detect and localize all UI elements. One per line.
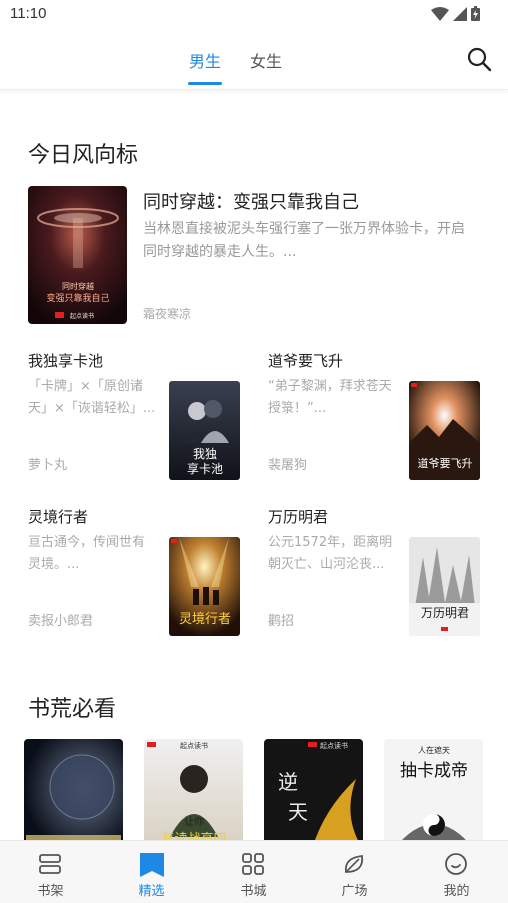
featured-book-description: 当林恩直接被泥头车强行塞了一张万界体验卡，开启同时穿越的暴走人生。... bbox=[143, 221, 465, 260]
book-cover[interactable]: 灵境行者 bbox=[169, 537, 240, 636]
search-icon[interactable] bbox=[466, 46, 492, 72]
nav-mine[interactable]: 我的 bbox=[406, 841, 507, 903]
svg-text:逆: 逆 bbox=[278, 770, 298, 794]
nav-label: 精选 bbox=[138, 884, 165, 899]
nav-label: 书城 bbox=[240, 884, 267, 899]
svg-text:同时穿越: 同时穿越 bbox=[62, 281, 94, 291]
book-title[interactable]: 灵境行者 bbox=[28, 506, 88, 527]
svg-text:人在遮天: 人在遮天 bbox=[418, 745, 450, 755]
tab-female[interactable]: 女生 bbox=[250, 48, 282, 72]
shelf-book-cover[interactable]: 起点读书 让你 复读战高四 bbox=[144, 739, 243, 849]
section-title-today: 今日风向标 bbox=[28, 143, 139, 168]
book-item[interactable]: 灵境行者 亘古通今，传闻世有灵境。... 卖报小郎君 灵境行者 bbox=[28, 506, 240, 636]
bottom-nav: 书架 精选 书城 广场 我的 bbox=[0, 840, 508, 903]
book-author: 萝卜丸 bbox=[28, 458, 68, 473]
section-title-must-read: 书荒必看 bbox=[28, 697, 117, 722]
nav-bookshelf[interactable]: 书架 bbox=[0, 841, 101, 903]
svg-text:起点读书: 起点读书 bbox=[70, 312, 94, 320]
nav-label: 广场 bbox=[341, 884, 368, 899]
book-title[interactable]: 道爷要飞升 bbox=[268, 350, 343, 371]
leaf-icon bbox=[344, 855, 364, 873]
featured-book-title[interactable]: 同时穿越：变强只靠我自己 bbox=[143, 188, 359, 214]
nav-square[interactable]: 广场 bbox=[304, 841, 405, 903]
shelf-book-cover[interactable] bbox=[24, 739, 123, 849]
svg-text:天: 天 bbox=[288, 800, 308, 824]
svg-text:让你: 让你 bbox=[184, 815, 204, 828]
tab-indicator bbox=[188, 82, 222, 85]
book-title[interactable]: 我独享卡池 bbox=[28, 350, 103, 371]
book-title[interactable]: 万历明君 bbox=[268, 506, 328, 527]
book-item[interactable]: 万历明君 公元1572年，距离明朝灭亡、山河沦丧... 鹳招 万历明君 bbox=[268, 506, 480, 636]
featured-bookmark-icon bbox=[140, 853, 164, 877]
svg-text:变强只靠我自己: 变强只靠我自己 bbox=[46, 292, 109, 304]
svg-text:道爷要飞升: 道爷要飞升 bbox=[418, 456, 473, 470]
svg-text:灵境行者: 灵境行者 bbox=[179, 612, 231, 627]
book-item[interactable]: 我独享卡池 「卡牌」×「原创诸天」×「诙谐轻松」... 萝卜丸 我独 享卡池 bbox=[28, 350, 240, 480]
bookshelf-icon bbox=[39, 854, 61, 874]
wifi-icon bbox=[431, 6, 449, 21]
svg-text:起点读书: 起点读书 bbox=[320, 741, 348, 750]
book-author: 卖报小郎君 bbox=[28, 614, 94, 629]
battery-icon bbox=[471, 6, 480, 21]
book-description: 「卡牌」×「原创诸天」×「诙谐轻松」... bbox=[28, 379, 156, 416]
nav-featured[interactable]: 精选 bbox=[101, 841, 202, 903]
tab-male[interactable]: 男生 bbox=[189, 48, 221, 72]
book-cover[interactable]: 我独 享卡池 bbox=[169, 381, 240, 480]
signal-icon bbox=[453, 6, 467, 21]
status-bar: 11:10 bbox=[0, 0, 508, 30]
svg-text:万历明君: 万历明君 bbox=[421, 606, 469, 620]
book-cover[interactable]: 万历明君 bbox=[409, 537, 480, 636]
book-cover[interactable]: 道爷要飞升 bbox=[409, 381, 480, 480]
book-description: 亘古通今，传闻世有灵境。... bbox=[28, 535, 146, 572]
shelf-book-cover[interactable]: 人在遮天 抽卡成帝 bbox=[384, 739, 483, 849]
book-description: 公元1572年，距离明朝灭亡、山河沦丧... bbox=[268, 535, 393, 572]
svg-text:抽卡成帝: 抽卡成帝 bbox=[400, 761, 468, 781]
svg-text:起点读书: 起点读书 bbox=[180, 741, 208, 750]
svg-text:享卡池: 享卡池 bbox=[187, 461, 223, 476]
book-description: “弟子黎渊，拜求苍天授箓！”... bbox=[268, 379, 392, 416]
top-header: 男生 女生 bbox=[0, 30, 508, 90]
status-time: 11:10 bbox=[10, 5, 47, 22]
nav-label: 书架 bbox=[37, 884, 64, 899]
featured-book-author: 霜夜寒凉 bbox=[143, 307, 192, 321]
smile-icon bbox=[445, 853, 467, 875]
svg-text:我独: 我独 bbox=[193, 447, 217, 461]
status-icons bbox=[431, 6, 480, 21]
nav-label: 我的 bbox=[443, 884, 470, 899]
book-author: 裴屠狗 bbox=[268, 458, 308, 473]
book-author: 鹳招 bbox=[268, 614, 295, 629]
grid-icon bbox=[242, 853, 264, 875]
featured-book-cover[interactable]: 同时穿越 变强只靠我自己 起点读书 bbox=[28, 186, 127, 324]
book-item[interactable]: 道爷要飞升 “弟子黎渊，拜求苍天授箓！”... 裴屠狗 道爷要飞升 bbox=[268, 350, 480, 480]
shelf-book-cover[interactable]: 起点读书 逆 天 bbox=[264, 739, 363, 849]
nav-bookstore[interactable]: 书城 bbox=[203, 841, 304, 903]
